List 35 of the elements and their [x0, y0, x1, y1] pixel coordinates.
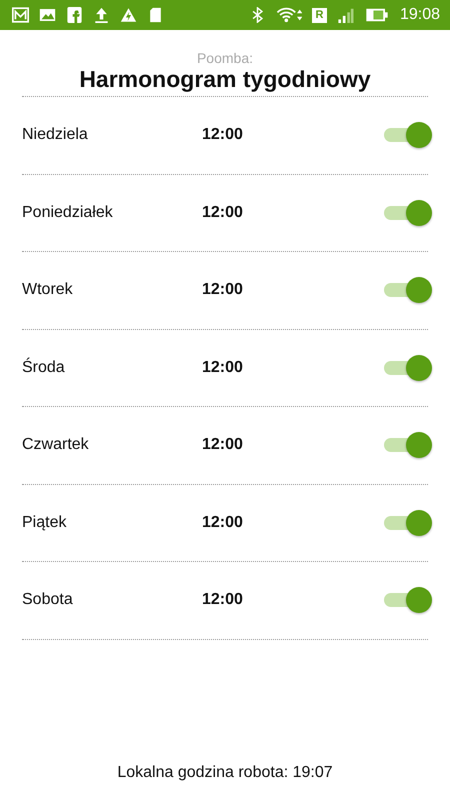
warning-icon: [120, 7, 137, 23]
facebook-icon: [66, 7, 83, 23]
day-label: Poniedziałek: [22, 204, 114, 222]
robot-local-time: Lokalna godzina robota: 19:07: [116, 764, 334, 783]
mail-icon: [12, 7, 29, 23]
signal-icon: [336, 7, 354, 23]
day-toggle[interactable]: [384, 354, 432, 381]
day-label: Sobota: [22, 591, 74, 610]
day-label: Wtorek: [22, 281, 74, 300]
schedule-time[interactable]: 12:00: [202, 514, 243, 532]
day-toggle[interactable]: [384, 510, 432, 536]
day-toggle[interactable]: [384, 277, 432, 304]
schedule-time[interactable]: 12:00: [202, 126, 243, 144]
day-label: Niedziela: [22, 126, 89, 144]
day-toggle[interactable]: [384, 432, 432, 458]
schedule-time[interactable]: 12:00: [202, 591, 243, 610]
day-label: Czwartek: [22, 436, 90, 454]
wifi-icon: [276, 7, 302, 23]
schedule-time[interactable]: 12:00: [202, 281, 243, 300]
day-toggle[interactable]: [384, 200, 432, 226]
battery-icon: [364, 7, 390, 23]
upload-icon: [93, 7, 110, 23]
sd-card-icon: [147, 7, 164, 23]
status-time: 19:08: [400, 6, 440, 24]
page-title: Harmonogram tygodniowy: [79, 66, 371, 93]
schedule-time[interactable]: 12:00: [202, 204, 243, 222]
day-toggle[interactable]: [384, 587, 432, 614]
roaming-badge: R: [312, 8, 327, 22]
day-toggle[interactable]: [384, 122, 432, 148]
image-icon: [39, 7, 56, 23]
day-label: Piątek: [22, 514, 68, 532]
schedule-time[interactable]: 12:00: [202, 436, 243, 454]
schedule-time[interactable]: 12:00: [202, 358, 243, 377]
day-label: Środa: [22, 358, 66, 377]
robot-name: Poomba:: [196, 50, 254, 66]
